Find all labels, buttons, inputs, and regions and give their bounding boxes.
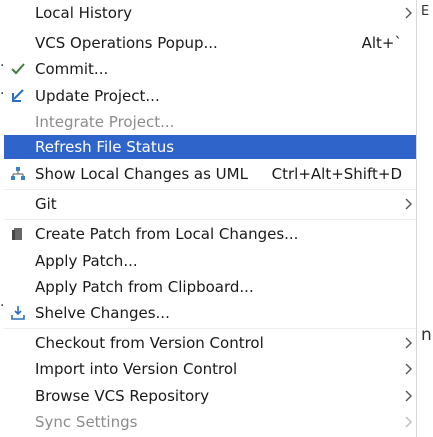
menu-item-label: Shelve Changes...	[35, 304, 170, 322]
patch-icon	[8, 224, 28, 244]
menu-item-label: Create Patch from Local Changes...	[35, 225, 299, 243]
menu-item-label: Sync Settings	[35, 413, 138, 431]
menu-item-create-patch[interactable]: Create Patch from Local Changes...	[4, 222, 416, 246]
menu-item-label: Git	[35, 195, 57, 213]
menu-separator	[4, 189, 416, 190]
submenu-arrow-icon	[405, 337, 412, 349]
vcs-context-menu: Local History VCS Operations Popup... Al…	[4, 0, 417, 437]
menu-item-local-history[interactable]: Local History	[4, 1, 416, 25]
menu-item-label: Show Local Changes as UML	[35, 165, 248, 183]
menu-item-label: Browse VCS Repository	[35, 387, 210, 405]
submenu-arrow-icon	[405, 390, 412, 402]
menu-item-label: Import into Version Control	[35, 360, 238, 378]
menu-item-git[interactable]: Git	[4, 192, 416, 216]
submenu-arrow-icon	[405, 198, 412, 210]
menu-item-sync-settings: Sync Settings	[4, 410, 416, 434]
menu-item-label: Local History	[35, 4, 133, 22]
submenu-arrow-icon	[405, 416, 412, 428]
menu-item-label: Update Project...	[35, 87, 160, 105]
menu-item-apply-patch[interactable]: Apply Patch...	[4, 249, 416, 273]
menu-item-vcs-operations-popup[interactable]: VCS Operations Popup... Alt+`	[4, 31, 416, 55]
submenu-arrow-icon	[405, 363, 412, 375]
menu-item-checkout-vcs[interactable]: Checkout from Version Control	[4, 331, 416, 355]
menu-item-shelve-changes[interactable]: Shelve Changes...	[4, 301, 416, 325]
menu-item-apply-patch-clipboard[interactable]: Apply Patch from Clipboard...	[4, 275, 416, 299]
editor-edge-letter: E	[421, 4, 430, 19]
menu-separator	[4, 328, 416, 329]
menu-item-browse-vcs-repository[interactable]: Browse VCS Repository	[4, 384, 416, 408]
menu-item-import-vcs[interactable]: Import into Version Control	[4, 357, 416, 381]
menu-item-refresh-file-status[interactable]: Refresh File Status	[4, 135, 416, 159]
update-arrow-icon	[8, 86, 28, 106]
shelve-icon	[8, 303, 28, 323]
menu-separator	[4, 219, 416, 220]
menu-item-label: Apply Patch from Clipboard...	[35, 278, 254, 296]
menu-item-show-local-changes-uml[interactable]: Show Local Changes as UML Ctrl+Alt+Shift…	[4, 162, 416, 186]
menu-item-label: Apply Patch...	[35, 252, 138, 270]
menu-item-label: Refresh File Status	[35, 138, 175, 156]
menu-item-shortcut: Ctrl+Alt+Shift+D	[271, 165, 402, 183]
editor-right-edge: E n	[417, 0, 433, 437]
menu-item-integrate-project: Integrate Project...	[4, 110, 416, 134]
menu-item-shortcut: Alt+`	[361, 34, 402, 52]
check-icon	[8, 59, 28, 79]
uml-diagram-icon	[8, 164, 28, 184]
menu-item-label: Integrate Project...	[35, 113, 175, 131]
menu-item-label: Commit...	[35, 60, 109, 78]
menu-item-commit[interactable]: Commit...	[4, 57, 416, 81]
menu-item-update-project[interactable]: Update Project...	[4, 84, 416, 108]
menu-item-label: Checkout from Version Control	[35, 334, 264, 352]
submenu-arrow-icon	[405, 7, 412, 19]
editor-edge-letter: n	[421, 325, 432, 345]
menu-item-label: VCS Operations Popup...	[35, 34, 218, 52]
